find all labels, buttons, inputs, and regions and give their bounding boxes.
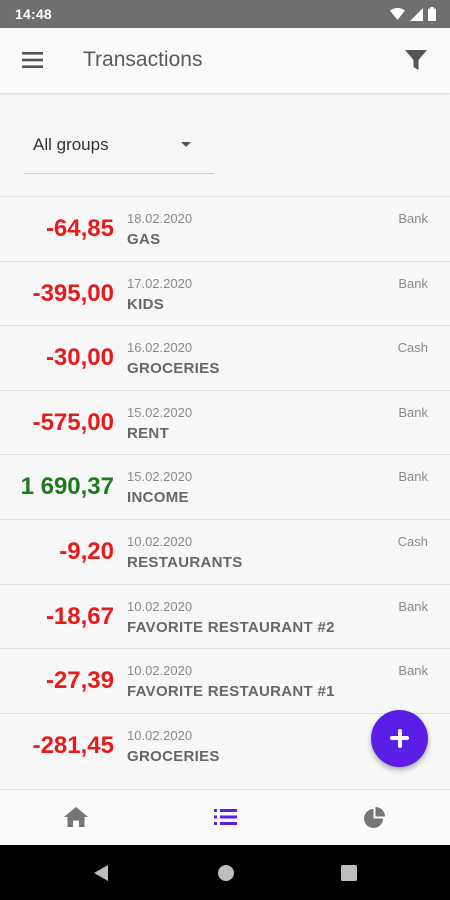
transaction-row[interactable]: -64,85 18.02.2020 GAS Bank <box>0 196 450 261</box>
group-dropdown-value: All groups <box>33 135 109 154</box>
nav-transactions[interactable] <box>213 806 239 830</box>
filter-button[interactable] <box>404 48 428 72</box>
add-transaction-button[interactable] <box>371 710 428 767</box>
transaction-name: FAVORITE RESTAURANT #1 <box>127 683 335 701</box>
transaction-name: KIDS <box>127 295 165 313</box>
status-bar: 14:48 <box>0 0 450 28</box>
transaction-amount: -30,00 <box>45 344 114 372</box>
transaction-name: RENT <box>127 424 170 442</box>
transaction-amount: -18,67 <box>45 602 114 630</box>
home-icon <box>64 807 88 827</box>
transaction-account: Bank <box>398 598 428 614</box>
transaction-account: Bank <box>398 211 428 226</box>
transaction-account: Cash <box>397 340 428 356</box>
nav-home[interactable] <box>63 806 89 830</box>
bottom-navigation <box>0 789 450 845</box>
transaction-date: 17.02.2020 <box>127 275 193 291</box>
list-icon <box>214 809 237 825</box>
transaction-account: Cash <box>397 533 428 549</box>
transaction-date: 10.02.2020 <box>127 533 193 549</box>
transaction-name: RESTAURANTS <box>127 553 243 571</box>
transaction-date: 18.02.2020 <box>127 211 193 226</box>
transaction-row[interactable]: -30,00 16.02.2020 GROCERIES Cash <box>0 325 450 390</box>
transaction-amount: -64,85 <box>45 215 114 242</box>
plus-icon-bar <box>397 729 402 748</box>
transaction-row[interactable]: -575,00 15.02.2020 RENT Bank <box>0 389 450 455</box>
transaction-account: Bank <box>398 404 428 420</box>
app-bar: Transactions <box>0 28 450 94</box>
filter-icon <box>405 50 427 70</box>
battery-icon <box>428 7 436 21</box>
wifi-icon <box>390 8 405 20</box>
transaction-name: INCOME <box>127 489 189 507</box>
transaction-amount: -27,39 <box>45 667 114 695</box>
transaction-date: 15.02.2020 <box>127 469 193 485</box>
transaction-account: Bank <box>398 469 428 485</box>
dropdown-arrow-icon <box>181 142 191 147</box>
page-title: Transactions <box>83 48 203 71</box>
transaction-amount: 1 690,37 <box>20 473 114 501</box>
transaction-amount: -575,00 <box>32 408 114 436</box>
system-navigation-bar <box>0 845 450 900</box>
transaction-account: Bank <box>398 275 428 291</box>
transaction-name: GAS <box>127 231 161 248</box>
recents-square-icon[interactable] <box>341 865 357 881</box>
status-icons <box>390 7 436 21</box>
transaction-account: Bank <box>398 663 428 679</box>
transaction-row[interactable]: -27,39 10.02.2020 FAVORITE RESTAURANT #1… <box>0 648 450 713</box>
transaction-row[interactable]: 1 690,37 15.02.2020 INCOME Bank <box>0 454 450 519</box>
transaction-amount: -281,45 <box>32 731 114 759</box>
transaction-date: 15.02.2020 <box>127 404 193 420</box>
transaction-date: 10.02.2020 <box>127 663 193 679</box>
signal-icon <box>410 7 423 21</box>
transaction-row[interactable]: -18,67 10.02.2020 FAVORITE RESTAURANT #2… <box>0 583 450 649</box>
transaction-list: -64,85 18.02.2020 GAS Bank -395,00 17.02… <box>0 196 450 778</box>
transaction-name: FAVORITE RESTAURANT #2 <box>127 618 335 636</box>
transaction-date: 10.02.2020 <box>127 727 193 743</box>
group-dropdown[interactable]: All groups <box>24 126 214 174</box>
transaction-amount: -9,20 <box>59 537 114 565</box>
transaction-date: 16.02.2020 <box>127 340 193 356</box>
home-circle-icon[interactable] <box>217 864 235 882</box>
nav-statistics[interactable] <box>362 806 388 830</box>
pie-chart-icon <box>364 807 385 828</box>
back-icon[interactable] <box>93 864 109 882</box>
transaction-row[interactable]: -9,20 10.02.2020 RESTAURANTS Cash <box>0 518 450 584</box>
transaction-name: GROCERIES <box>127 747 220 765</box>
menu-button[interactable] <box>22 50 44 70</box>
transaction-amount: -395,00 <box>32 279 114 307</box>
status-time: 14:48 <box>15 6 52 22</box>
hamburger-menu-icon <box>22 52 43 68</box>
transaction-name: GROCERIES <box>127 360 220 378</box>
transaction-row[interactable]: -395,00 17.02.2020 KIDS Bank <box>0 260 450 326</box>
transaction-date: 10.02.2020 <box>127 598 193 614</box>
